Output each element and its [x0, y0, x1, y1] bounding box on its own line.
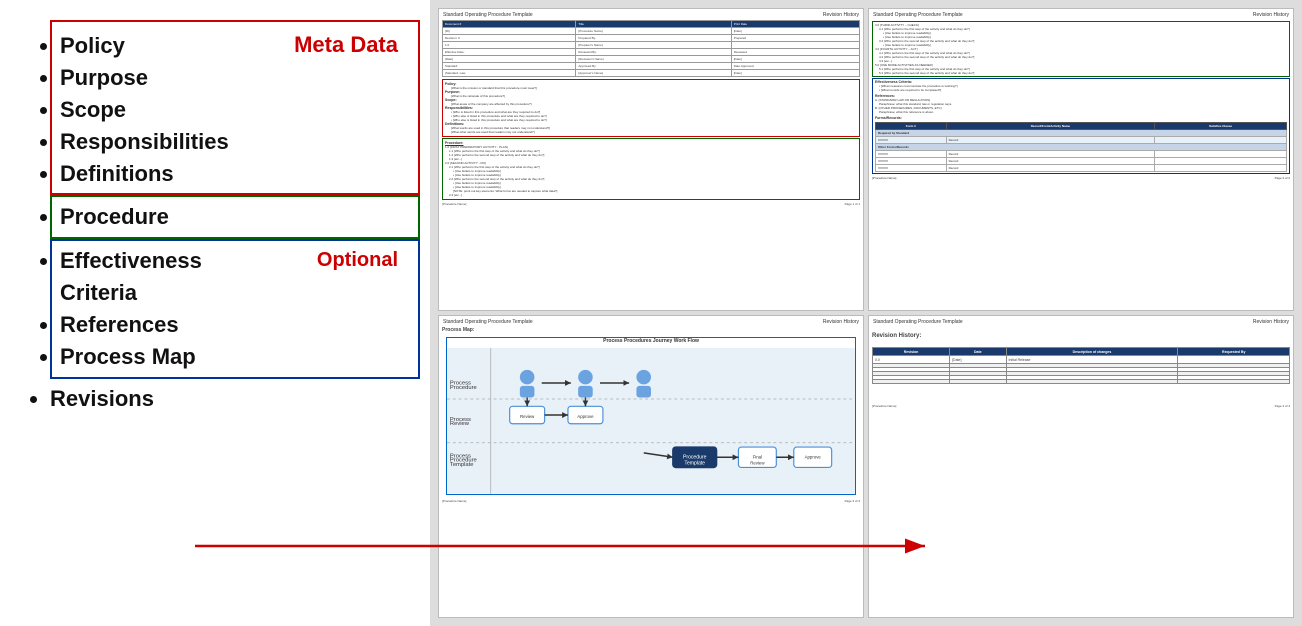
col-description: Description of changes	[1006, 348, 1178, 356]
optional-label: Optional	[317, 249, 398, 272]
col-revision: Revision	[873, 348, 950, 356]
doc-top-left: Standard Operating Procedure Template Re…	[438, 8, 864, 311]
item-process-map: Process Map	[60, 341, 406, 373]
doc-bottom-left-content: Process Map: Process Procedures Journey …	[439, 325, 863, 617]
svg-text:Approve: Approve	[805, 455, 822, 460]
revision-history-title: Revision History:	[872, 333, 1290, 339]
right-panel: Standard Operating Procedure Template Re…	[430, 0, 1302, 626]
doc-bottom-left: Standard Operating Procedure Template Re…	[438, 315, 864, 618]
table-row	[873, 380, 1290, 384]
doc-bottom-right-content: Revision History: Revision Date Descript…	[869, 325, 1293, 617]
process-map-heading: Process Map:	[442, 327, 860, 333]
doc-top-right-blue: Effectiveness Criteria: • [What measures…	[872, 78, 1290, 174]
revision-table: Revision Date Description of changes Req…	[872, 347, 1290, 384]
doc-top-right-header: Standard Operating Procedure Template Re…	[869, 9, 1293, 18]
process-flow-title: Process Procedures Journey Work Flow	[603, 338, 699, 344]
doc-top-left-content: Document #TitlePrint Date [ID][Procedure…	[439, 18, 863, 310]
blue-box: EffectivenessCriteria References Process…	[50, 239, 420, 379]
doc-top-left-header: Standard Operating Procedure Template Re…	[439, 9, 863, 18]
doc-top-left-red: Policy: [What is the mission or standard…	[442, 79, 860, 137]
col-date: Date	[950, 348, 1006, 356]
doc-top-right: Standard Operating Procedure Template Re…	[868, 8, 1294, 311]
doc-bottom-left-header: Standard Operating Procedure Template Re…	[439, 316, 863, 325]
col-requested: Requested By	[1178, 348, 1290, 356]
item-responsibilities: Responsibilities	[60, 126, 406, 158]
process-map-box: Process Procedures Journey Work Flow Pro…	[446, 337, 856, 495]
svg-text:Review: Review	[450, 421, 470, 427]
svg-text:Template: Template	[450, 462, 474, 468]
item-scope: Scope	[60, 94, 406, 126]
forms-table: Form # Record/Form/Activity Name Satisfi…	[875, 122, 1287, 172]
doc-top-right-green: 3.0 [THIRD ACTIVITY – CHECK] 3.1 [Who pe…	[872, 21, 1290, 77]
item-procedure: Procedure	[60, 201, 406, 233]
item-purpose: Purpose	[60, 62, 406, 94]
item-definitions: Definitions	[60, 158, 406, 190]
doc-top-right-content: 3.0 [THIRD ACTIVITY – CHECK] 3.1 [Who pe…	[869, 18, 1293, 310]
item-references: References	[60, 309, 406, 341]
left-panel: Meta Data Policy Purpose Scope Responsib…	[0, 0, 430, 626]
doc-bottom-right-header: Standard Operating Procedure Template Re…	[869, 316, 1293, 325]
green-box: Procedure	[50, 195, 420, 239]
svg-text:Review: Review	[750, 461, 765, 466]
doc-top-left-table: Document #TitlePrint Date [ID][Procedure…	[442, 20, 860, 77]
process-flow-svg: Process Procedure Process Review Process…	[447, 348, 855, 494]
bullet-list: Meta Data Policy Purpose Scope Responsib…	[20, 20, 420, 415]
item-revisions: Revisions	[50, 383, 420, 415]
svg-text:Approve: Approve	[577, 414, 594, 419]
svg-text:Procedure: Procedure	[450, 385, 477, 391]
red-box: Meta Data Policy Purpose Scope Responsib…	[50, 20, 420, 195]
svg-text:Final: Final	[753, 455, 762, 460]
doc-top-left-green: Procedure: 1.0 [FIRST PREPARATORY ACTIVI…	[442, 138, 860, 200]
svg-text:Review: Review	[520, 414, 535, 419]
svg-text:Template: Template	[684, 461, 705, 467]
table-row: 0.0 [Date] Initial Release	[873, 356, 1290, 364]
doc-bottom-right: Standard Operating Procedure Template Re…	[868, 315, 1294, 618]
meta-data-label: Meta Data	[294, 32, 398, 58]
